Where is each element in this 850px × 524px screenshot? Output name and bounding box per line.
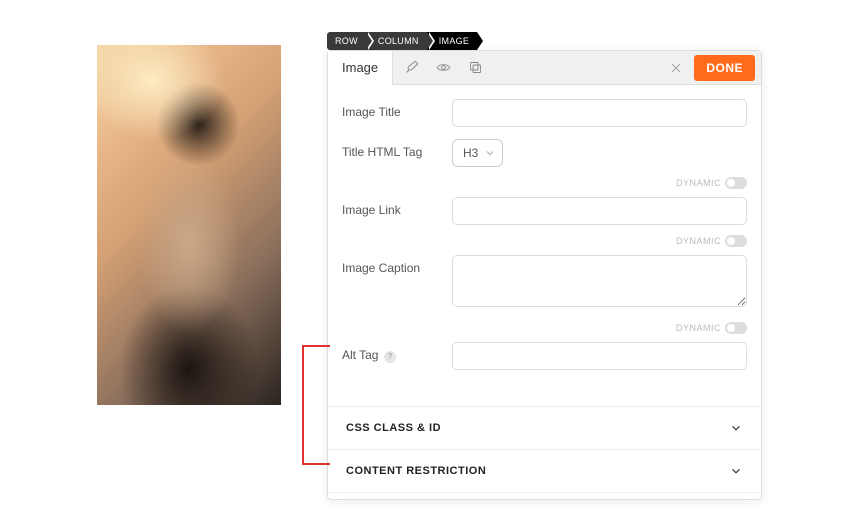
title-tag-select[interactable]: H3	[452, 139, 503, 167]
image-link-dynamic-toggle[interactable]	[725, 177, 747, 189]
alt-tag-input[interactable]	[452, 342, 747, 370]
brush-icon[interactable]	[397, 54, 425, 82]
dynamic-label: DYNAMIC	[676, 323, 721, 333]
tab-image[interactable]: Image	[328, 51, 393, 85]
image-caption-dynamic: DYNAMIC	[676, 235, 747, 247]
image-title-label: Image Title	[342, 99, 442, 119]
accordion-tooltip[interactable]: TOOLTIP	[328, 492, 761, 499]
breadcrumb-row[interactable]: ROW	[327, 32, 366, 50]
highlight-marker	[302, 345, 330, 465]
alt-tag-label: Alt Tag ?	[342, 342, 442, 363]
image-title-input[interactable]	[452, 99, 747, 127]
settings-panel: Image DONE Image Title Title HTML Tag	[327, 50, 762, 500]
title-tag-label: Title HTML Tag	[342, 139, 442, 159]
breadcrumb: ROW COLUMN IMAGE	[327, 32, 477, 50]
panel-body: Image Title Title HTML Tag H3 DYNAMIC Im…	[328, 85, 761, 499]
accordion-css-class-id[interactable]: CSS CLASS & ID	[328, 406, 761, 449]
copy-icon[interactable]	[461, 54, 489, 82]
chevron-down-icon	[729, 421, 743, 435]
eye-icon[interactable]	[429, 54, 457, 82]
chevron-down-icon	[729, 464, 743, 478]
accordion-label: CONTENT RESTRICTION	[346, 465, 486, 477]
alt-tag-dynamic-toggle[interactable]	[725, 322, 747, 334]
image-caption-label: Image Caption	[342, 255, 442, 275]
accordion-label: CSS CLASS & ID	[346, 422, 441, 434]
chevron-down-icon	[484, 147, 496, 159]
help-icon[interactable]: ?	[384, 351, 396, 363]
image-caption-dynamic-toggle[interactable]	[725, 235, 747, 247]
alt-tag-dynamic: DYNAMIC	[676, 322, 747, 334]
canvas-preview-image[interactable]	[97, 45, 281, 405]
image-link-input[interactable]	[452, 197, 747, 225]
dynamic-label: DYNAMIC	[676, 236, 721, 246]
done-button[interactable]: DONE	[694, 55, 755, 81]
image-caption-input[interactable]	[452, 255, 747, 307]
image-link-dynamic: DYNAMIC	[676, 177, 747, 189]
close-icon[interactable]	[662, 54, 690, 82]
panel-header: Image DONE	[328, 51, 761, 85]
breadcrumb-column[interactable]: COLUMN	[366, 32, 427, 50]
dynamic-label: DYNAMIC	[676, 178, 721, 188]
title-tag-value: H3	[463, 146, 478, 160]
accordion-content-restriction[interactable]: CONTENT RESTRICTION	[328, 449, 761, 492]
image-link-label: Image Link	[342, 197, 442, 217]
